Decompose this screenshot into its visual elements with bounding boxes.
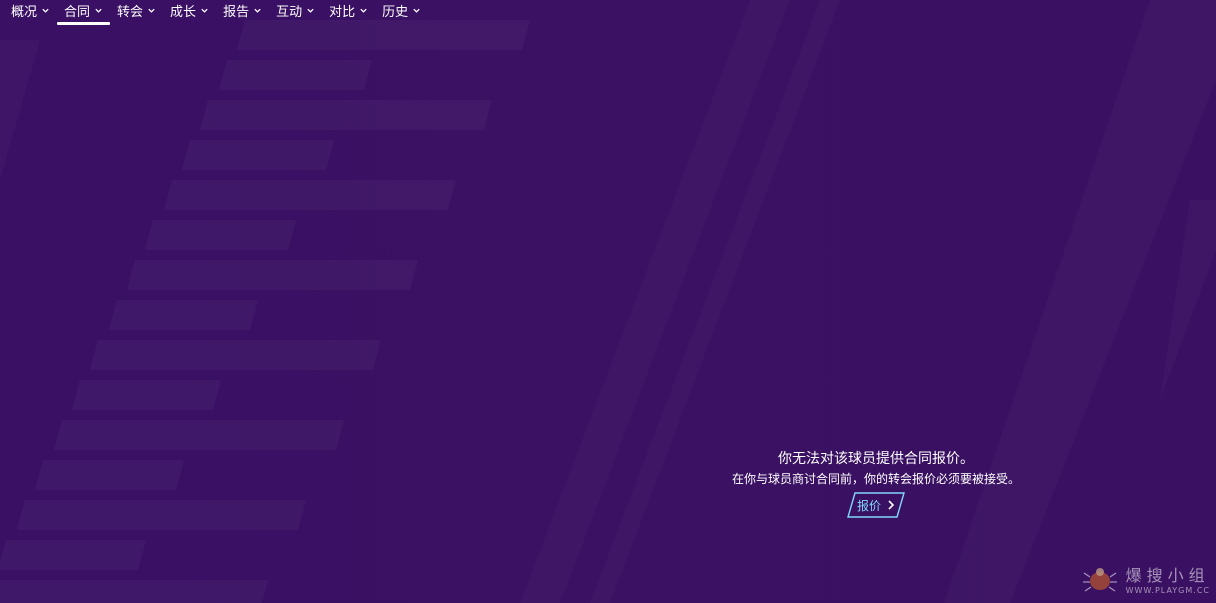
chevron-down-icon — [95, 8, 102, 13]
watermark: 爆搜小组 WWW.PLAYGM.CC — [1082, 562, 1210, 595]
button-content: 报价 — [847, 492, 905, 518]
message-subtitle: 在你与球员商讨合同前，你的转会报价必须要被接受。 — [731, 472, 1020, 486]
tab-development[interactable]: 成长 — [163, 0, 216, 24]
tab-contract[interactable]: 合同 — [57, 0, 111, 25]
tab-label: 报告 — [223, 4, 250, 20]
tab-transfer[interactable]: 转会 — [110, 0, 163, 24]
chevron-down-icon — [254, 8, 261, 13]
tab-label: 转会 — [117, 4, 144, 20]
tab-interaction[interactable]: 互动 — [269, 0, 322, 24]
tab-label: 对比 — [329, 4, 356, 20]
chevron-down-icon — [413, 8, 420, 13]
chevron-right-icon — [888, 500, 895, 510]
tab-label: 互动 — [276, 4, 303, 20]
watermark-en: WWW.PLAYGM.CC — [1125, 586, 1210, 595]
bug-logo-icon — [1082, 567, 1117, 591]
tab-compare[interactable]: 对比 — [322, 0, 375, 24]
button-label: 报价 — [856, 498, 881, 513]
top-nav: 概况 合同 转会 成长 报告 互动 对比 历史 — [0, 0, 428, 30]
chevron-down-icon — [360, 8, 367, 13]
contract-page: 概况 合同 转会 成长 报告 互动 对比 历史 你无法对该球员提供合同报价。 在… — [0, 0, 1216, 603]
tab-history[interactable]: 历史 — [375, 0, 428, 24]
chevron-down-icon — [42, 8, 49, 13]
chevron-down-icon — [201, 8, 208, 13]
make-offer-button[interactable]: 报价 — [847, 492, 905, 518]
chevron-down-icon — [148, 8, 155, 13]
tab-reports[interactable]: 报告 — [216, 0, 269, 24]
tab-label: 概况 — [11, 4, 38, 20]
watermark-cn: 爆搜小组 — [1125, 566, 1210, 585]
message-title: 你无法对该球员提供合同报价。 — [778, 451, 974, 467]
chevron-down-icon — [307, 8, 314, 13]
contract-unavailable-message: 你无法对该球员提供合同报价。 在你与球员商讨合同前，你的转会报价必须要被接受。 … — [700, 449, 1052, 518]
tab-label: 历史 — [382, 4, 409, 20]
tab-overview[interactable]: 概况 — [4, 0, 57, 24]
watermark-text: 爆搜小组 WWW.PLAYGM.CC — [1126, 562, 1210, 595]
tab-label: 合同 — [64, 4, 91, 20]
tab-label: 成长 — [170, 4, 197, 20]
